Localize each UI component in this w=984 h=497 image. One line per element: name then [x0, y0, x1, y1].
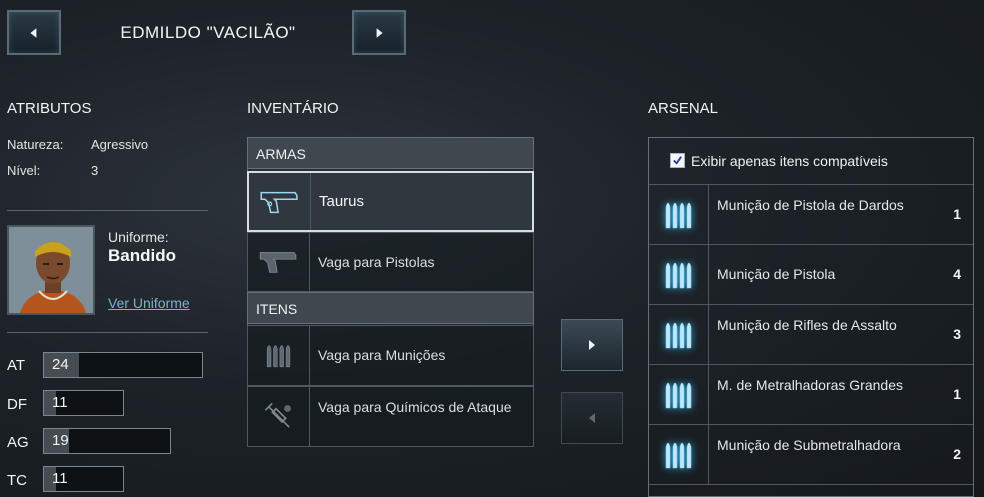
attributes-title: ATRIBUTOS	[7, 100, 92, 117]
stat-value-ag: 19	[52, 432, 69, 449]
weapons-header: ARMAS	[247, 137, 534, 169]
character-portrait	[7, 225, 95, 315]
inventory-slot-label: Vaga para Químicos de Ataque	[318, 399, 512, 415]
arsenal-title: ARSENAL	[648, 100, 719, 117]
inventory-title: INVENTÁRIO	[247, 100, 339, 117]
arsenal-item-name: Munição de Rifles de Assalto	[717, 317, 897, 333]
inventory-slot-ammo[interactable]: Vaga para Munições	[247, 325, 534, 386]
inventory-slot-pistol[interactable]: Vaga para Pistolas	[247, 232, 534, 292]
divider	[7, 332, 208, 333]
next-character-button[interactable]	[352, 10, 406, 55]
arsenal-item[interactable]: Munição de Submetralhadora 2	[649, 424, 973, 484]
inventory-slot-label: Taurus	[319, 193, 365, 210]
inventory-slot-label: Vaga para Munições	[318, 347, 446, 363]
level-value: 3	[91, 163, 99, 178]
uniform-label: Uniforme:	[108, 229, 169, 245]
ammo-icon	[649, 305, 709, 364]
ammo-icon	[248, 326, 310, 385]
stat-bar-ag: 19	[43, 428, 171, 454]
inventory-slot-label: Vaga para Pistolas	[318, 254, 435, 270]
ammo-icon	[649, 245, 709, 304]
move-to-arsenal-button[interactable]	[561, 392, 623, 444]
stat-bar-tc: 11	[43, 466, 124, 492]
pistol-icon	[248, 233, 310, 291]
arrow-left-icon	[30, 27, 37, 38]
arrow-left-icon	[589, 413, 595, 423]
compatible-filter-label: Exibir apenas itens compatíveis	[691, 152, 888, 169]
arsenal-item[interactable]	[649, 484, 973, 497]
move-to-inventory-button[interactable]	[561, 319, 623, 371]
stat-value-at: 24	[52, 356, 69, 373]
stat-bar-at: 24	[43, 352, 203, 378]
level-label: Nível:	[7, 163, 41, 178]
syringe-icon	[248, 387, 310, 446]
arsenal-item[interactable]: M. de Metralhadoras Grandes 1	[649, 364, 973, 424]
stat-label-ag: AG	[7, 434, 29, 451]
compatible-filter-checkbox[interactable]	[670, 153, 685, 168]
arsenal-item-count: 1	[953, 386, 961, 402]
nature-label: Natureza:	[7, 137, 64, 152]
divider	[7, 210, 208, 211]
pistol-icon	[249, 173, 311, 230]
arsenal-item[interactable]: Munição de Pistola 4	[649, 244, 973, 304]
compatible-filter[interactable]: Exibir apenas itens compatíveis	[649, 138, 973, 183]
arsenal-item-count: 2	[953, 446, 961, 462]
stat-value-tc: 11	[52, 470, 68, 487]
arrow-right-icon	[589, 340, 595, 350]
stat-label-at: AT	[7, 357, 26, 374]
ammo-icon	[649, 425, 709, 484]
ammo-icon	[649, 185, 709, 244]
arsenal-item-name: Munição de Pistola de Dardos	[717, 197, 904, 213]
character-avatar	[9, 227, 93, 313]
arsenal-item[interactable]: Munição de Pistola de Dardos 1	[649, 184, 973, 244]
arsenal-item-count: 4	[953, 266, 961, 282]
character-name: EDMILDO "VACILÃO"	[120, 22, 296, 42]
stat-label-tc: TC	[7, 472, 27, 489]
stat-value-df: 11	[52, 394, 68, 411]
arsenal-item-count: 3	[953, 326, 961, 342]
arsenal-item-name: Munição de Submetralhadora	[717, 437, 901, 453]
arrow-right-icon	[376, 27, 383, 38]
inventory-slot-chemicals[interactable]: Vaga para Químicos de Ataque	[247, 386, 534, 447]
previous-character-button[interactable]	[7, 10, 61, 55]
inventory-slot-taurus[interactable]: Taurus	[247, 171, 534, 232]
stat-bar-df: 11	[43, 390, 124, 416]
nature-value: Agressivo	[91, 137, 149, 152]
arsenal-item-name: M. de Metralhadoras Grandes	[717, 377, 903, 393]
uniform-value: Bandido	[108, 246, 176, 265]
arsenal-item-count: 1	[953, 206, 961, 222]
checkmark-icon	[673, 156, 682, 165]
stat-label-df: DF	[7, 396, 27, 413]
view-uniform-link[interactable]: Ver Uniforme	[108, 295, 190, 311]
arsenal-item[interactable]: Munição de Rifles de Assalto 3	[649, 304, 973, 364]
ammo-icon	[649, 365, 709, 424]
items-header: ITENS	[247, 292, 534, 324]
arsenal-item-name: Munição de Pistola	[717, 266, 836, 282]
